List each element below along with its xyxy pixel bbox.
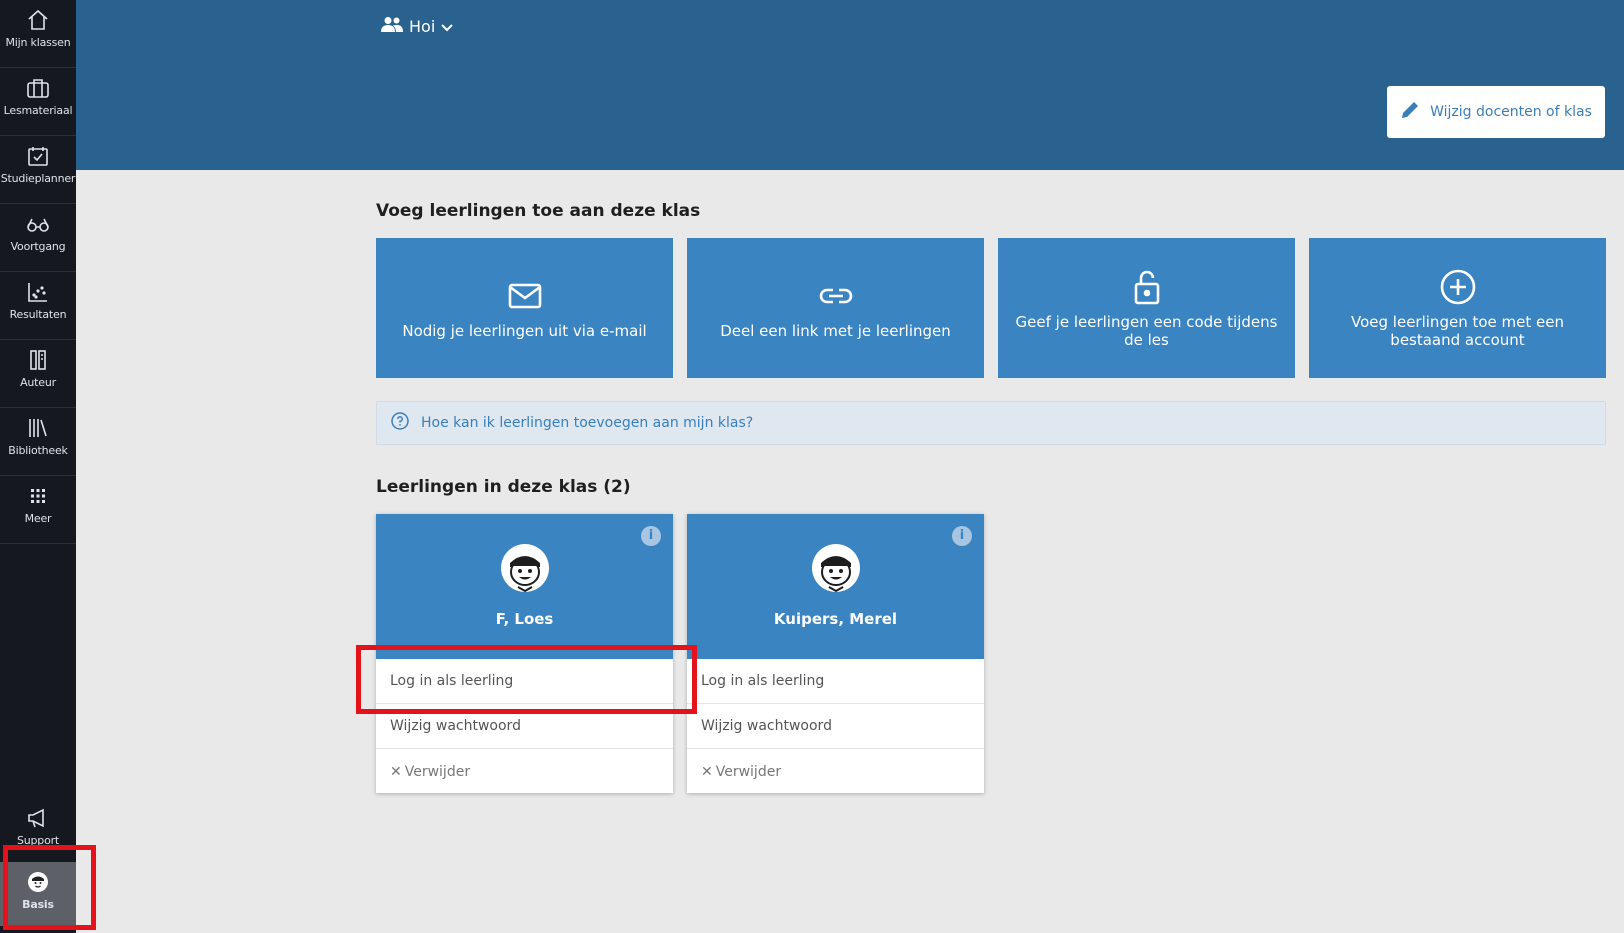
class-code-tile[interactable]: Geef je leerlingen een code tijdens de l… xyxy=(998,238,1295,378)
sidebar-item-meer[interactable]: Meer xyxy=(0,476,76,544)
sidebar-item-basis[interactable]: Basis xyxy=(0,862,76,926)
help-text: Hoe kan ik leerlingen toevoegen aan mijn… xyxy=(421,415,754,431)
sidebar-item-label: Meer xyxy=(24,512,52,525)
sidebar-item-label: Mijn klassen xyxy=(5,36,71,49)
sidebar-item-support[interactable]: Support xyxy=(0,798,76,866)
info-icon[interactable]: i xyxy=(952,526,972,546)
sidebar-item-resultaten[interactable]: Resultaten xyxy=(0,272,76,340)
briefcase-icon xyxy=(26,76,50,100)
remove-label: Verwijder xyxy=(715,763,782,780)
scatter-chart-icon xyxy=(26,280,50,304)
sidebar-item-label: Studieplanner xyxy=(0,172,76,185)
link-icon xyxy=(816,276,856,316)
sidebar-item-voortgang[interactable]: Voortgang xyxy=(0,204,76,272)
sidebar-item-label: Bibliotheek xyxy=(8,444,68,457)
chevron-down-icon xyxy=(441,17,453,36)
remove-student-button[interactable]: ✕ Verwijder xyxy=(687,749,984,794)
library-icon xyxy=(26,416,50,440)
student-avatar-icon xyxy=(26,870,50,894)
sidebar-item-bibliotheek[interactable]: Bibliotheek xyxy=(0,408,76,476)
sidebar-item-auteur[interactable]: Auteur xyxy=(0,340,76,408)
remove-label: Verwijder xyxy=(404,763,471,780)
sidebar-item-label: Basis xyxy=(22,898,54,911)
change-password-link[interactable]: Wijzig wachtwoord xyxy=(687,704,984,749)
class-name: Hoi xyxy=(409,16,436,36)
megaphone-icon xyxy=(26,806,50,830)
student-card-header: i Kuipers, Merel xyxy=(687,514,984,659)
login-as-student-link[interactable]: Log in als leerling xyxy=(376,659,673,704)
tile-label: Geef je leerlingen een code tijdens de l… xyxy=(1015,313,1278,349)
tile-label: Voeg leerlingen toe met een bestaand acc… xyxy=(1351,313,1564,349)
close-icon: ✕ xyxy=(390,763,402,780)
invite-email-tile[interactable]: Nodig je leerlingen uit via e-mail xyxy=(376,238,673,378)
info-icon[interactable]: i xyxy=(641,526,661,546)
student-avatar-icon xyxy=(811,543,861,593)
student-card: i Kuipers, Merel Log in als leerling Wij… xyxy=(687,514,984,793)
sidebar-item-studieplanner[interactable]: Studieplanner xyxy=(0,136,76,204)
unlock-icon xyxy=(1127,267,1167,307)
question-circle-icon xyxy=(391,412,409,434)
student-name: Kuipers, Merel xyxy=(773,610,898,628)
add-students-heading: Voeg leerlingen toe aan deze klas xyxy=(376,201,701,221)
student-name: F, Loes xyxy=(495,610,554,628)
students-heading: Leerlingen in deze klas (2) xyxy=(376,477,631,497)
login-as-student-link[interactable]: Log in als leerling xyxy=(687,659,984,704)
sidebar: Mijn klassen Lesmateriaal Studieplanner … xyxy=(0,0,76,933)
plus-circle-icon xyxy=(1438,267,1478,307)
student-card: i F, Loes Log in als leerling Wijzig wac… xyxy=(376,514,673,793)
edit-teachers-class-button[interactable]: Wijzig docenten of klas xyxy=(1387,86,1605,138)
tile-label: Deel een link met je leerlingen xyxy=(720,322,951,340)
users-icon xyxy=(381,16,403,36)
author-icon xyxy=(26,348,50,372)
student-card-header: i F, Loes xyxy=(376,514,673,659)
sidebar-item-mijn-klassen[interactable]: Mijn klassen xyxy=(0,0,76,68)
glasses-icon xyxy=(26,212,50,236)
sidebar-item-label: Lesmateriaal xyxy=(3,104,73,117)
sidebar-item-lesmateriaal[interactable]: Lesmateriaal xyxy=(0,68,76,136)
class-selector[interactable]: Hoi xyxy=(381,16,453,36)
share-link-tile[interactable]: Deel een link met je leerlingen xyxy=(687,238,984,378)
class-header: Hoi Wijzig docenten of klas xyxy=(76,0,1624,170)
help-link[interactable]: Hoe kan ik leerlingen toevoegen aan mijn… xyxy=(376,401,1606,445)
envelope-icon xyxy=(505,276,545,316)
student-avatar-icon xyxy=(500,543,550,593)
sidebar-item-label: Resultaten xyxy=(9,308,67,321)
close-icon: ✕ xyxy=(701,763,713,780)
home-icon xyxy=(26,8,50,32)
calendar-check-icon xyxy=(26,144,50,168)
edit-button-label: Wijzig docenten of klas xyxy=(1430,104,1592,120)
sidebar-item-label: Voortgang xyxy=(10,240,66,253)
grid-icon xyxy=(26,484,50,508)
pencil-icon xyxy=(1400,100,1420,124)
existing-account-tile[interactable]: Voeg leerlingen toe met een bestaand acc… xyxy=(1309,238,1606,378)
sidebar-item-label: Support xyxy=(16,834,60,847)
sidebar-item-label: Auteur xyxy=(20,376,56,389)
remove-student-button[interactable]: ✕ Verwijder xyxy=(376,749,673,794)
change-password-link[interactable]: Wijzig wachtwoord xyxy=(376,704,673,749)
tile-label: Nodig je leerlingen uit via e-mail xyxy=(402,322,647,340)
